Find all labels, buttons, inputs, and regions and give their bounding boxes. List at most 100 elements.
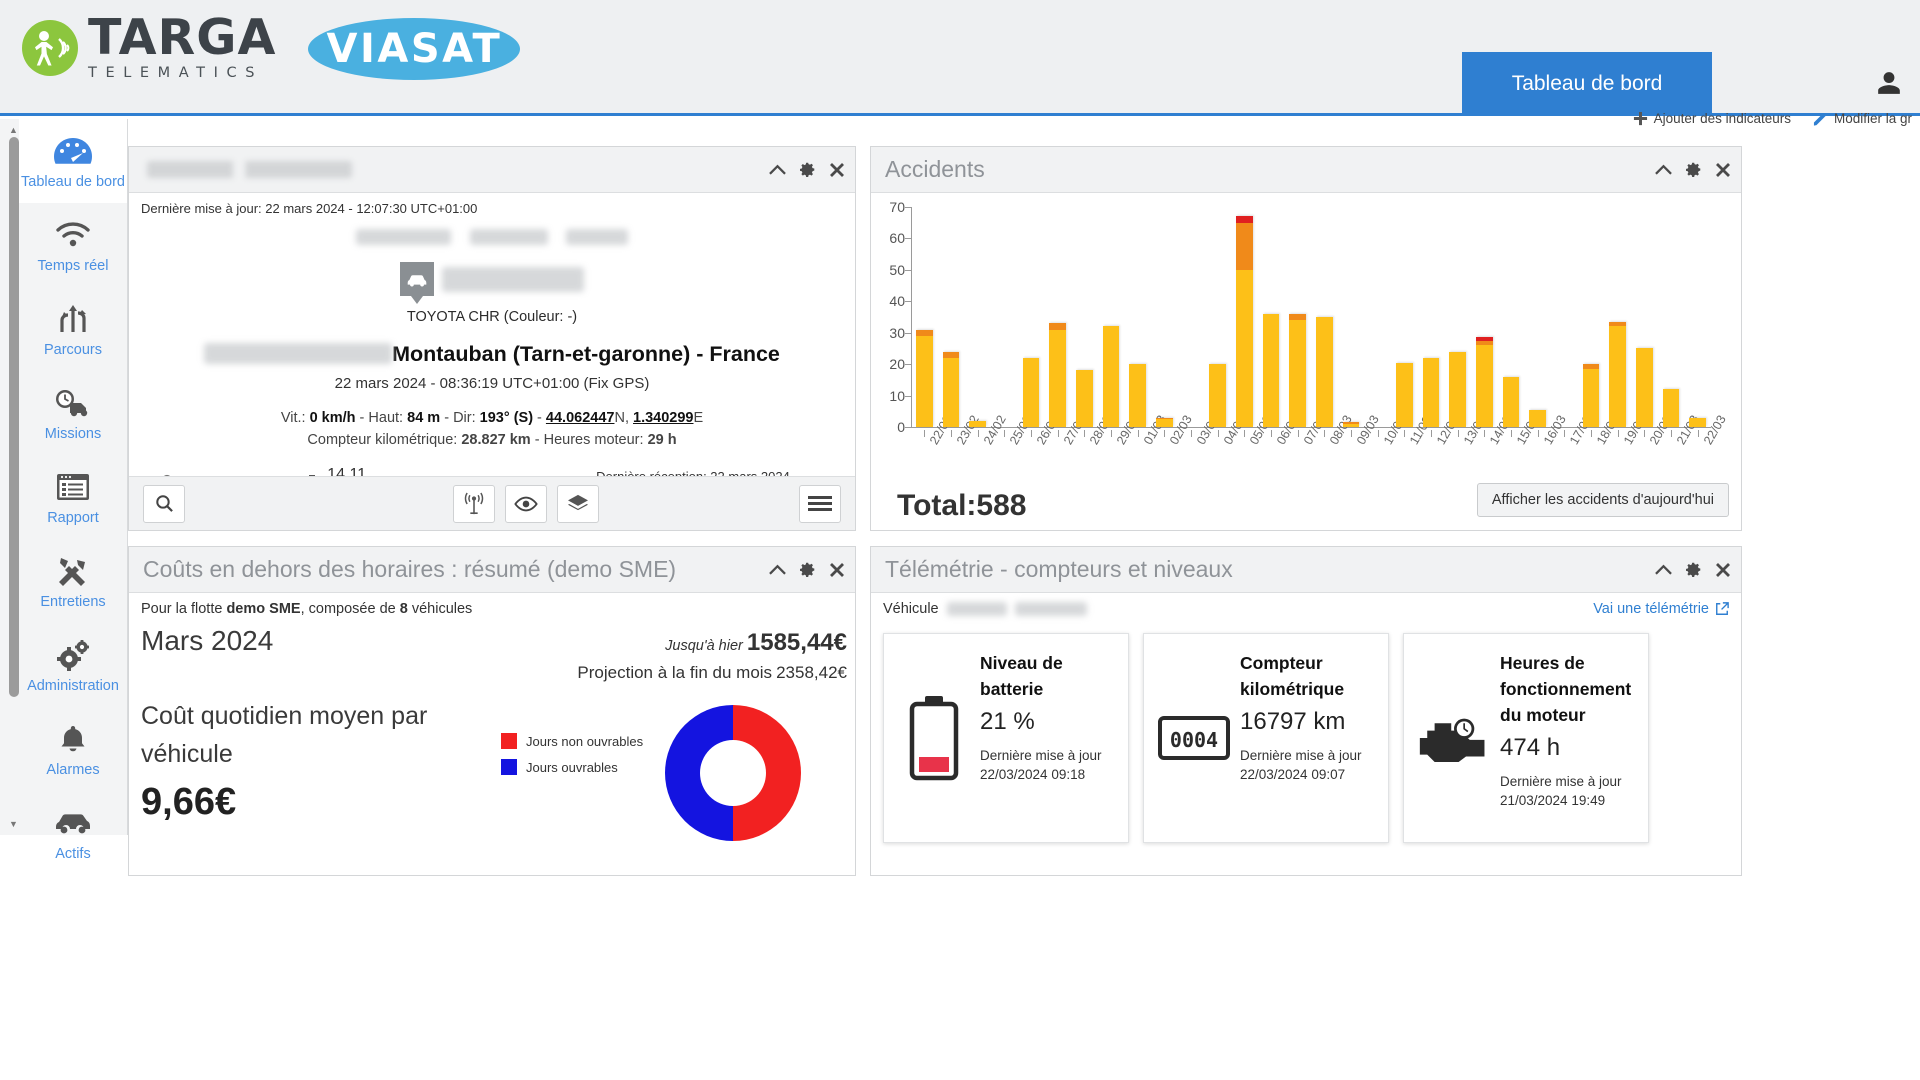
menu-button[interactable] [799,484,841,523]
fleet-prefix: Pour la flotte [141,601,223,617]
sidebar-item-missions[interactable]: Missions [19,371,127,455]
sidebar-item-parcours[interactable]: Parcours [19,287,127,371]
sidebar-item-actifs[interactable]: Actifs [19,791,127,875]
close-icon[interactable] [829,562,845,578]
redacted-driver [356,228,452,245]
bar[interactable] [1316,317,1333,427]
collapse-icon[interactable] [769,564,786,576]
bar[interactable] [969,420,986,427]
collapse-icon[interactable] [1655,164,1672,176]
close-icon[interactable] [1715,162,1731,178]
telemetry-update-value: 22/03/2024 09:18 [980,767,1086,782]
tab-tableau-de-bord[interactable]: Tableau de bord [1462,52,1712,116]
latitude-value[interactable]: 44.062447 [546,410,615,426]
gear-icon[interactable] [1685,561,1702,578]
report-icon [56,469,90,505]
show-today-accidents-button[interactable]: Afficher les accidents d'aujourd'hui [1476,483,1729,517]
sidebar-item-alarmes[interactable]: Alarmes [19,707,127,791]
add-indicators-label: Ajouter des indicateurs [1653,111,1791,126]
vehicle-panel-title [143,161,769,178]
edit-grid-button[interactable]: Modifier la gr [1813,111,1912,126]
speed-label: Vit.: [280,410,306,426]
bar[interactable] [1129,364,1146,427]
bar[interactable] [1689,417,1706,427]
telemetry-card-update: Dernière mise à jour 22/03/2024 09:07 [1240,746,1374,784]
bar[interactable] [1289,313,1306,427]
targa-mark-icon [22,19,78,76]
gear-icon[interactable] [1685,161,1702,178]
bar[interactable] [1076,370,1093,427]
sidebar: ▲ ▼ Tableau de bord Temps réel Parcours … [0,119,128,862]
bar[interactable] [1449,351,1466,427]
sidebar-scrollbar[interactable]: ▲ ▼ [4,123,19,831]
y-tick-label: 60 [889,230,905,247]
scroll-up-icon[interactable]: ▲ [9,125,18,135]
y-tick [905,427,912,428]
sidebar-item-administration[interactable]: Administration [19,623,127,707]
telemetry-card-odometer[interactable]: 0004 Compteur kilométrique 16797 km Dern… [1143,633,1389,843]
signal-button[interactable] [453,484,495,523]
bar[interactable] [1209,364,1226,427]
collapse-icon[interactable] [769,164,786,176]
sidebar-item-tableau-de-bord[interactable]: Tableau de bord [19,119,127,203]
bar[interactable] [1529,409,1546,427]
bar[interactable] [1049,323,1066,427]
collapse-icon[interactable] [1655,564,1672,576]
close-icon[interactable] [1715,562,1731,578]
scroll-down-icon[interactable]: ▼ [9,819,18,829]
close-icon[interactable] [829,162,845,178]
bar[interactable] [1102,326,1120,427]
x-tick [1137,430,1139,437]
sidebar-item-label: Alarmes [46,761,100,778]
bar[interactable] [1156,417,1173,427]
bar[interactable] [1262,313,1280,427]
vehicle-panel-body: Dernière mise à jour: 22 mars 2024 - 12:… [129,193,855,502]
vehicle-panel-header [129,147,855,193]
visibility-button[interactable] [505,484,547,523]
telemetry-link[interactable]: Vai une télémétrie [1593,601,1729,617]
map-pin-car-icon [400,262,434,304]
sidebar-item-temps-reel[interactable]: Temps réel [19,203,127,287]
telemetry-update-label: Dernière mise à jour [980,748,1102,763]
add-indicators-button[interactable]: Ajouter des indicateurs [1633,111,1791,126]
scrollbar-thumb[interactable] [9,137,19,697]
bar[interactable] [1022,357,1040,427]
sidebar-item-entretiens[interactable]: Entretiens [19,539,127,623]
telemetry-card-info: Heures de fonctionnement du moteur 474 h… [1500,650,1634,826]
bar[interactable] [1476,337,1493,427]
x-tick [1057,430,1059,437]
bar[interactable] [916,329,933,427]
costs-fleet-line: Pour la flotte demo SME, composée de 8 v… [141,601,843,617]
bar[interactable] [1422,357,1440,427]
bar[interactable] [942,351,960,427]
bar[interactable] [1636,348,1653,427]
sidebar-item-label: Actifs [55,845,91,862]
bar[interactable] [1342,422,1360,427]
vehicle-panel-controls [769,161,845,178]
telemetry-card-battery[interactable]: Niveau de batterie 21 % Dernière mise à … [883,633,1129,843]
y-tick-label: 40 [889,293,905,310]
user-account-icon[interactable] [1858,52,1920,114]
costs-projection-row: Projection à la fin du mois 2358,42€ [577,663,847,683]
telemetry-card-engine-hours[interactable]: Heures de fonctionnement du moteur 474 h… [1403,633,1649,843]
external-link-icon [1716,602,1729,615]
bar[interactable] [1236,216,1253,427]
bar[interactable] [1502,376,1520,427]
vehicle-city: Montauban (Tarn-et-garonne) - France [392,342,780,366]
search-button[interactable] [143,484,185,523]
layers-button[interactable] [557,484,599,523]
bar[interactable] [1396,362,1413,427]
x-tick [1297,430,1299,437]
lon-suffix: E [693,410,704,426]
longitude-value[interactable]: 1.340299 [633,410,693,426]
sidebar-item-rapport[interactable]: Rapport [19,455,127,539]
bar[interactable] [1582,364,1600,427]
bar[interactable] [1609,321,1626,427]
content-area: Ajouter des indicateurs Modifier la gr D… [128,111,1920,1080]
gear-icon[interactable] [799,161,816,178]
edit-grid-label: Modifier la gr [1833,111,1912,126]
gear-icon[interactable] [799,561,816,578]
telemetry-panel-header: Télémétrie - compteurs et niveaux [871,547,1741,593]
legend-item: Jours non ouvrables [501,733,643,749]
bar[interactable] [1662,389,1680,427]
